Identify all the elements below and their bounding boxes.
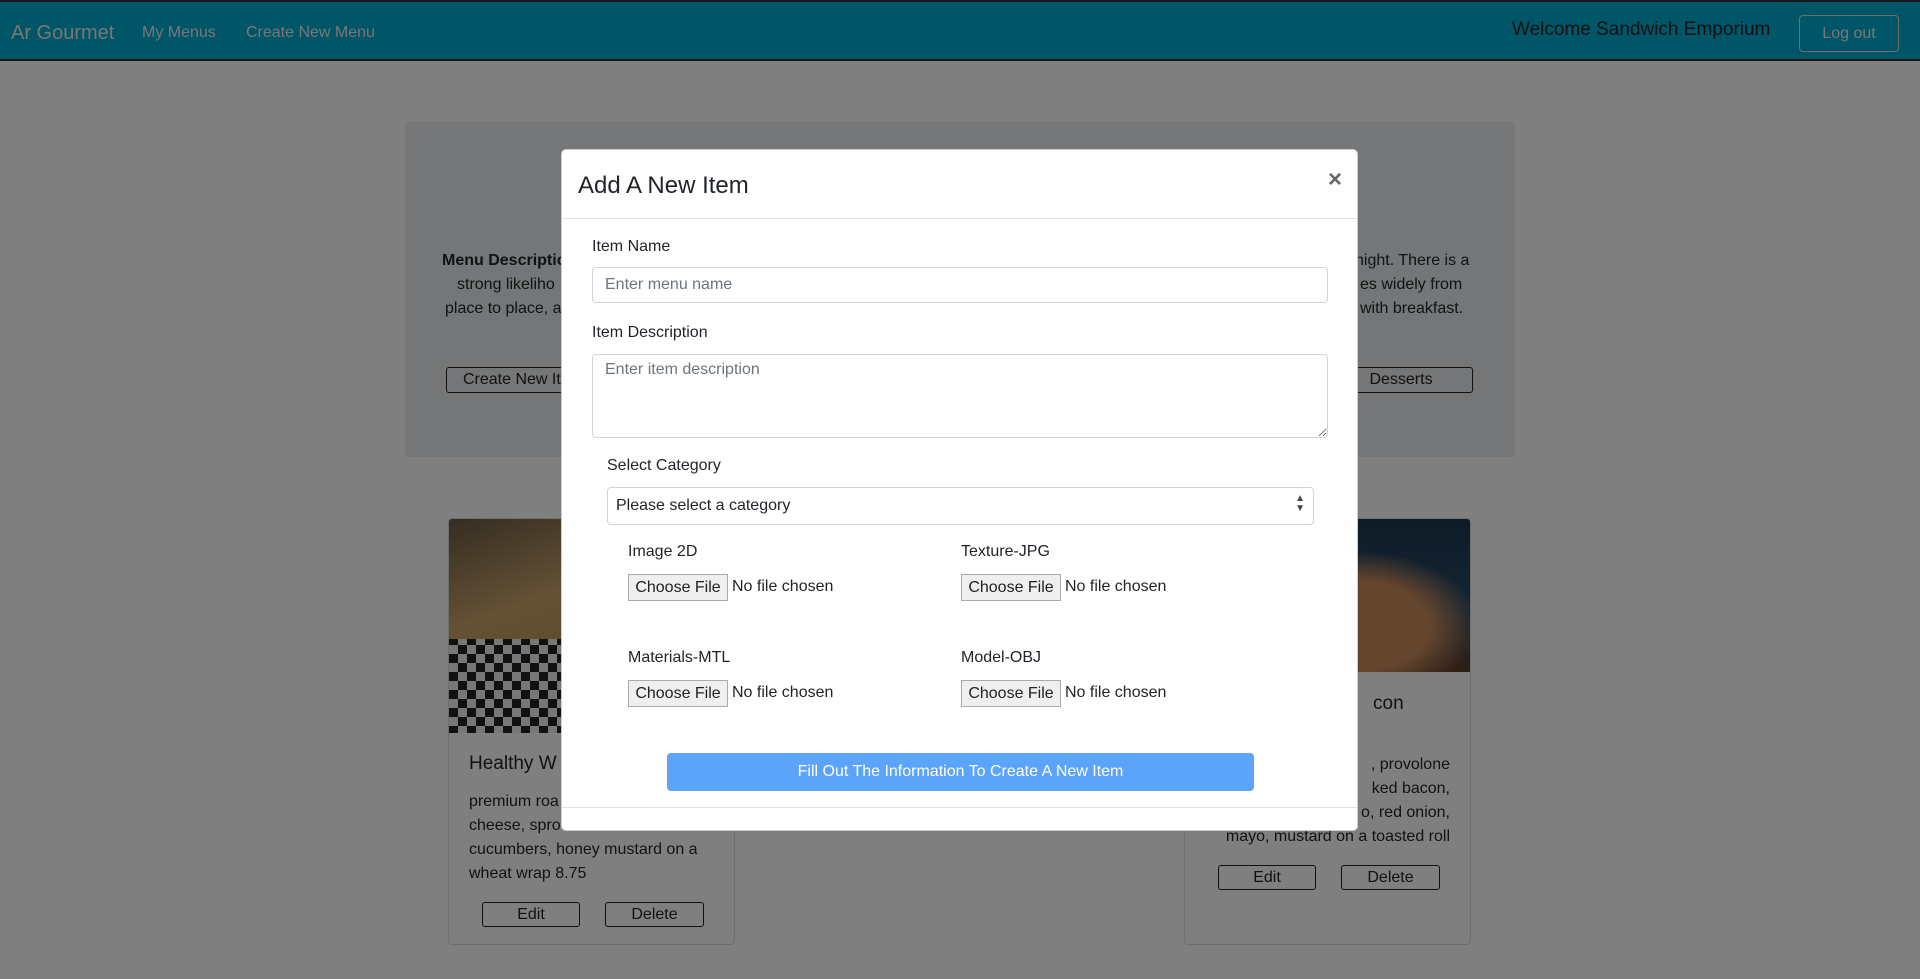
close-icon[interactable]: × <box>1328 166 1342 194</box>
choose-file-image-2d[interactable]: Choose File <box>628 574 728 601</box>
item-name-label: Item Name <box>592 238 671 255</box>
item-name-input[interactable] <box>592 267 1328 303</box>
item-description-label: Item Description <box>592 324 708 341</box>
file-status: No file chosen <box>732 684 834 701</box>
file-status: No file chosen <box>732 578 834 595</box>
file-label-image-2d: Image 2D <box>628 543 698 560</box>
category-select[interactable]: Please select a category ▲ ▼ <box>607 487 1314 525</box>
file-label-materials-mtl: Materials-MTL <box>628 649 731 666</box>
file-label-model-obj: Model-OBJ <box>961 649 1042 666</box>
choose-file-model-obj[interactable]: Choose File <box>961 680 1061 707</box>
add-item-modal: Add A New Item × Item Name Item Descript… <box>561 149 1358 831</box>
choose-file-materials-mtl[interactable]: Choose File <box>628 680 728 707</box>
file-label-texture-jpg: Texture-JPG <box>961 543 1050 560</box>
choose-file-texture-jpg[interactable]: Choose File <box>961 574 1061 601</box>
category-label: Select Category <box>607 457 721 474</box>
file-status: No file chosen <box>1065 578 1167 595</box>
modal-title: Add A New Item <box>578 172 749 199</box>
modal-footer-divider <box>562 807 1357 808</box>
modal-header-divider <box>562 218 1357 219</box>
file-status: No file chosen <box>1065 684 1167 701</box>
item-description-textarea[interactable] <box>592 354 1328 438</box>
select-arrows-icon: ▲ ▼ <box>1295 493 1305 514</box>
create-item-submit-button[interactable]: Fill Out The Information To Create A New… <box>667 753 1254 791</box>
